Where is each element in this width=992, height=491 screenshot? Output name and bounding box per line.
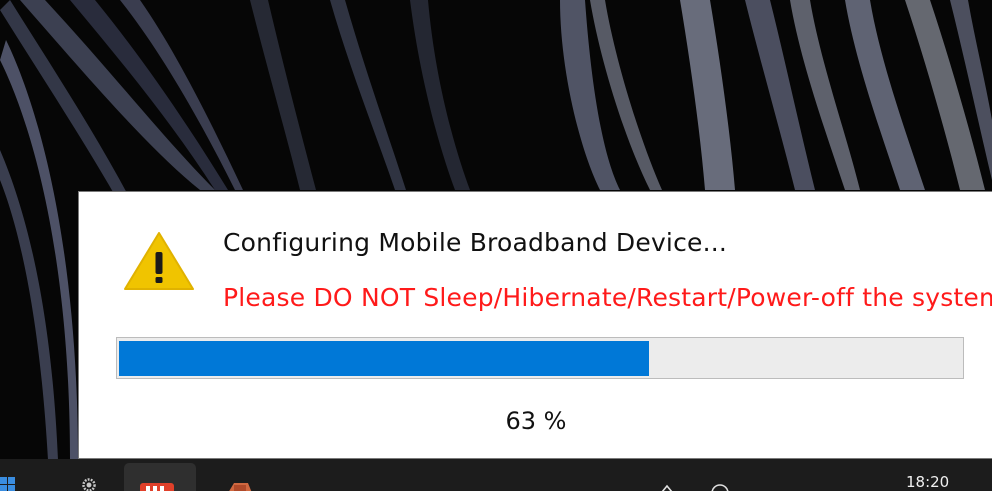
windows-icon[interactable] (0, 473, 16, 491)
dialog-title: Configuring Mobile Broadband Device... (223, 228, 728, 257)
app-icon[interactable] (140, 479, 174, 491)
warning-message: Please DO NOT Sleep/Hibernate/Restart/Po… (223, 283, 992, 312)
taskbar: 18:20 (0, 459, 992, 491)
tray-chevron-icon[interactable] (660, 483, 674, 491)
progress-dialog: Configuring Mobile Broadband Device... P… (78, 191, 992, 459)
warning-icon (124, 232, 194, 290)
progress-bar (116, 337, 964, 379)
network-icon[interactable] (710, 483, 730, 491)
app-icon-2[interactable] (226, 479, 252, 491)
taskbar-clock[interactable]: 18:20 (906, 473, 949, 491)
progress-bar-fill (119, 341, 649, 376)
progress-percent-label: 63 % (505, 407, 567, 435)
settings-icon[interactable] (76, 477, 102, 491)
